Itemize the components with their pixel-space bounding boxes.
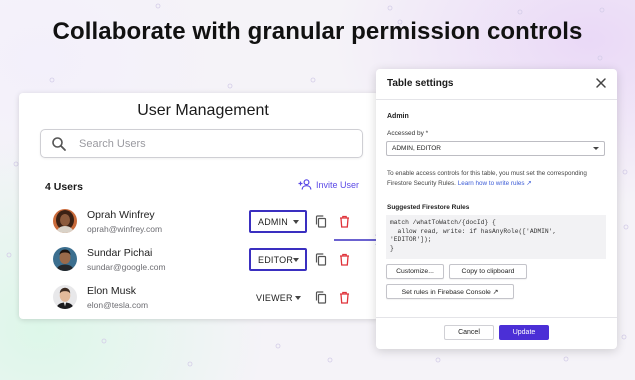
divider [376, 317, 617, 318]
divider [376, 99, 617, 100]
user-email: sundar@google.com [87, 262, 166, 272]
chevron-down-icon [295, 295, 301, 300]
rules-code-block: match /whatToWatch/{docId} { allow read,… [386, 215, 606, 259]
accessed-by-value: ADMIN, EDITOR [392, 145, 441, 152]
copy-icon[interactable] [315, 253, 327, 266]
trash-icon[interactable] [339, 291, 350, 304]
chevron-down-icon [293, 219, 299, 224]
access-info-text: To enable access controls for this table… [387, 169, 609, 188]
role-value: VIEWER [256, 292, 293, 303]
user-row: Oprah Winfrey oprah@winfrey.com ADMIN [53, 206, 373, 236]
update-button[interactable]: Update [499, 325, 549, 340]
copy-icon[interactable] [315, 291, 327, 304]
role-value: ADMIN [258, 216, 288, 227]
learn-rules-link[interactable]: Learn how to write rules ↗ [458, 180, 532, 187]
avatar [53, 247, 77, 271]
rules-heading: Suggested Firestore Rules [387, 204, 470, 211]
invite-user-label: Invite User [316, 179, 360, 190]
dialog-title: Table settings [387, 78, 454, 89]
user-management-card: User Management 4 Users Invite User Opra… [19, 93, 379, 319]
section-heading: Admin [387, 113, 409, 120]
accessed-by-label: Accessed by * [387, 130, 429, 137]
close-icon[interactable] [595, 77, 607, 89]
user-name: Sundar Pichai [87, 247, 153, 259]
avatar [53, 209, 77, 233]
user-name: Elon Musk [87, 285, 137, 297]
trash-icon[interactable] [339, 253, 350, 266]
role-select[interactable]: VIEWER [249, 286, 307, 309]
cancel-button[interactable]: Cancel [444, 325, 494, 340]
user-email: elon@tesla.com [87, 300, 149, 310]
role-select[interactable]: ADMIN [249, 210, 307, 233]
avatar [53, 285, 77, 309]
trash-icon[interactable] [339, 215, 350, 228]
chevron-down-icon [293, 257, 300, 262]
user-name: Oprah Winfrey [87, 209, 155, 221]
user-management-title: User Management [137, 102, 269, 119]
customize-button[interactable]: Customize... [386, 264, 444, 279]
headline: Collaborate with granular permission con… [52, 18, 583, 45]
search-icon [52, 136, 66, 151]
copy-icon[interactable] [315, 215, 327, 228]
user-row: Elon Musk elon@tesla.com VIEWER [53, 282, 373, 312]
add-person-icon [298, 179, 312, 190]
chevron-down-icon [593, 147, 599, 150]
accessed-by-select[interactable]: ADMIN, EDITOR [386, 141, 605, 156]
user-email: oprah@winfrey.com [87, 224, 163, 234]
user-row: Sundar Pichai sundar@google.com EDITOR [53, 244, 373, 274]
invite-user-button[interactable]: Invite User [298, 179, 359, 190]
search-input[interactable] [79, 137, 339, 150]
user-count: 4 Users [45, 181, 83, 193]
set-rules-firebase-button[interactable]: Set rules in Firebase Console ↗ [386, 284, 514, 299]
role-value: EDITOR [258, 254, 294, 265]
copy-to-clipboard-button[interactable]: Copy to clipboard [449, 264, 527, 279]
table-settings-dialog: Table settings Admin Accessed by * ADMIN… [376, 69, 617, 349]
role-select[interactable]: EDITOR [249, 248, 307, 271]
search-box[interactable] [40, 129, 363, 158]
